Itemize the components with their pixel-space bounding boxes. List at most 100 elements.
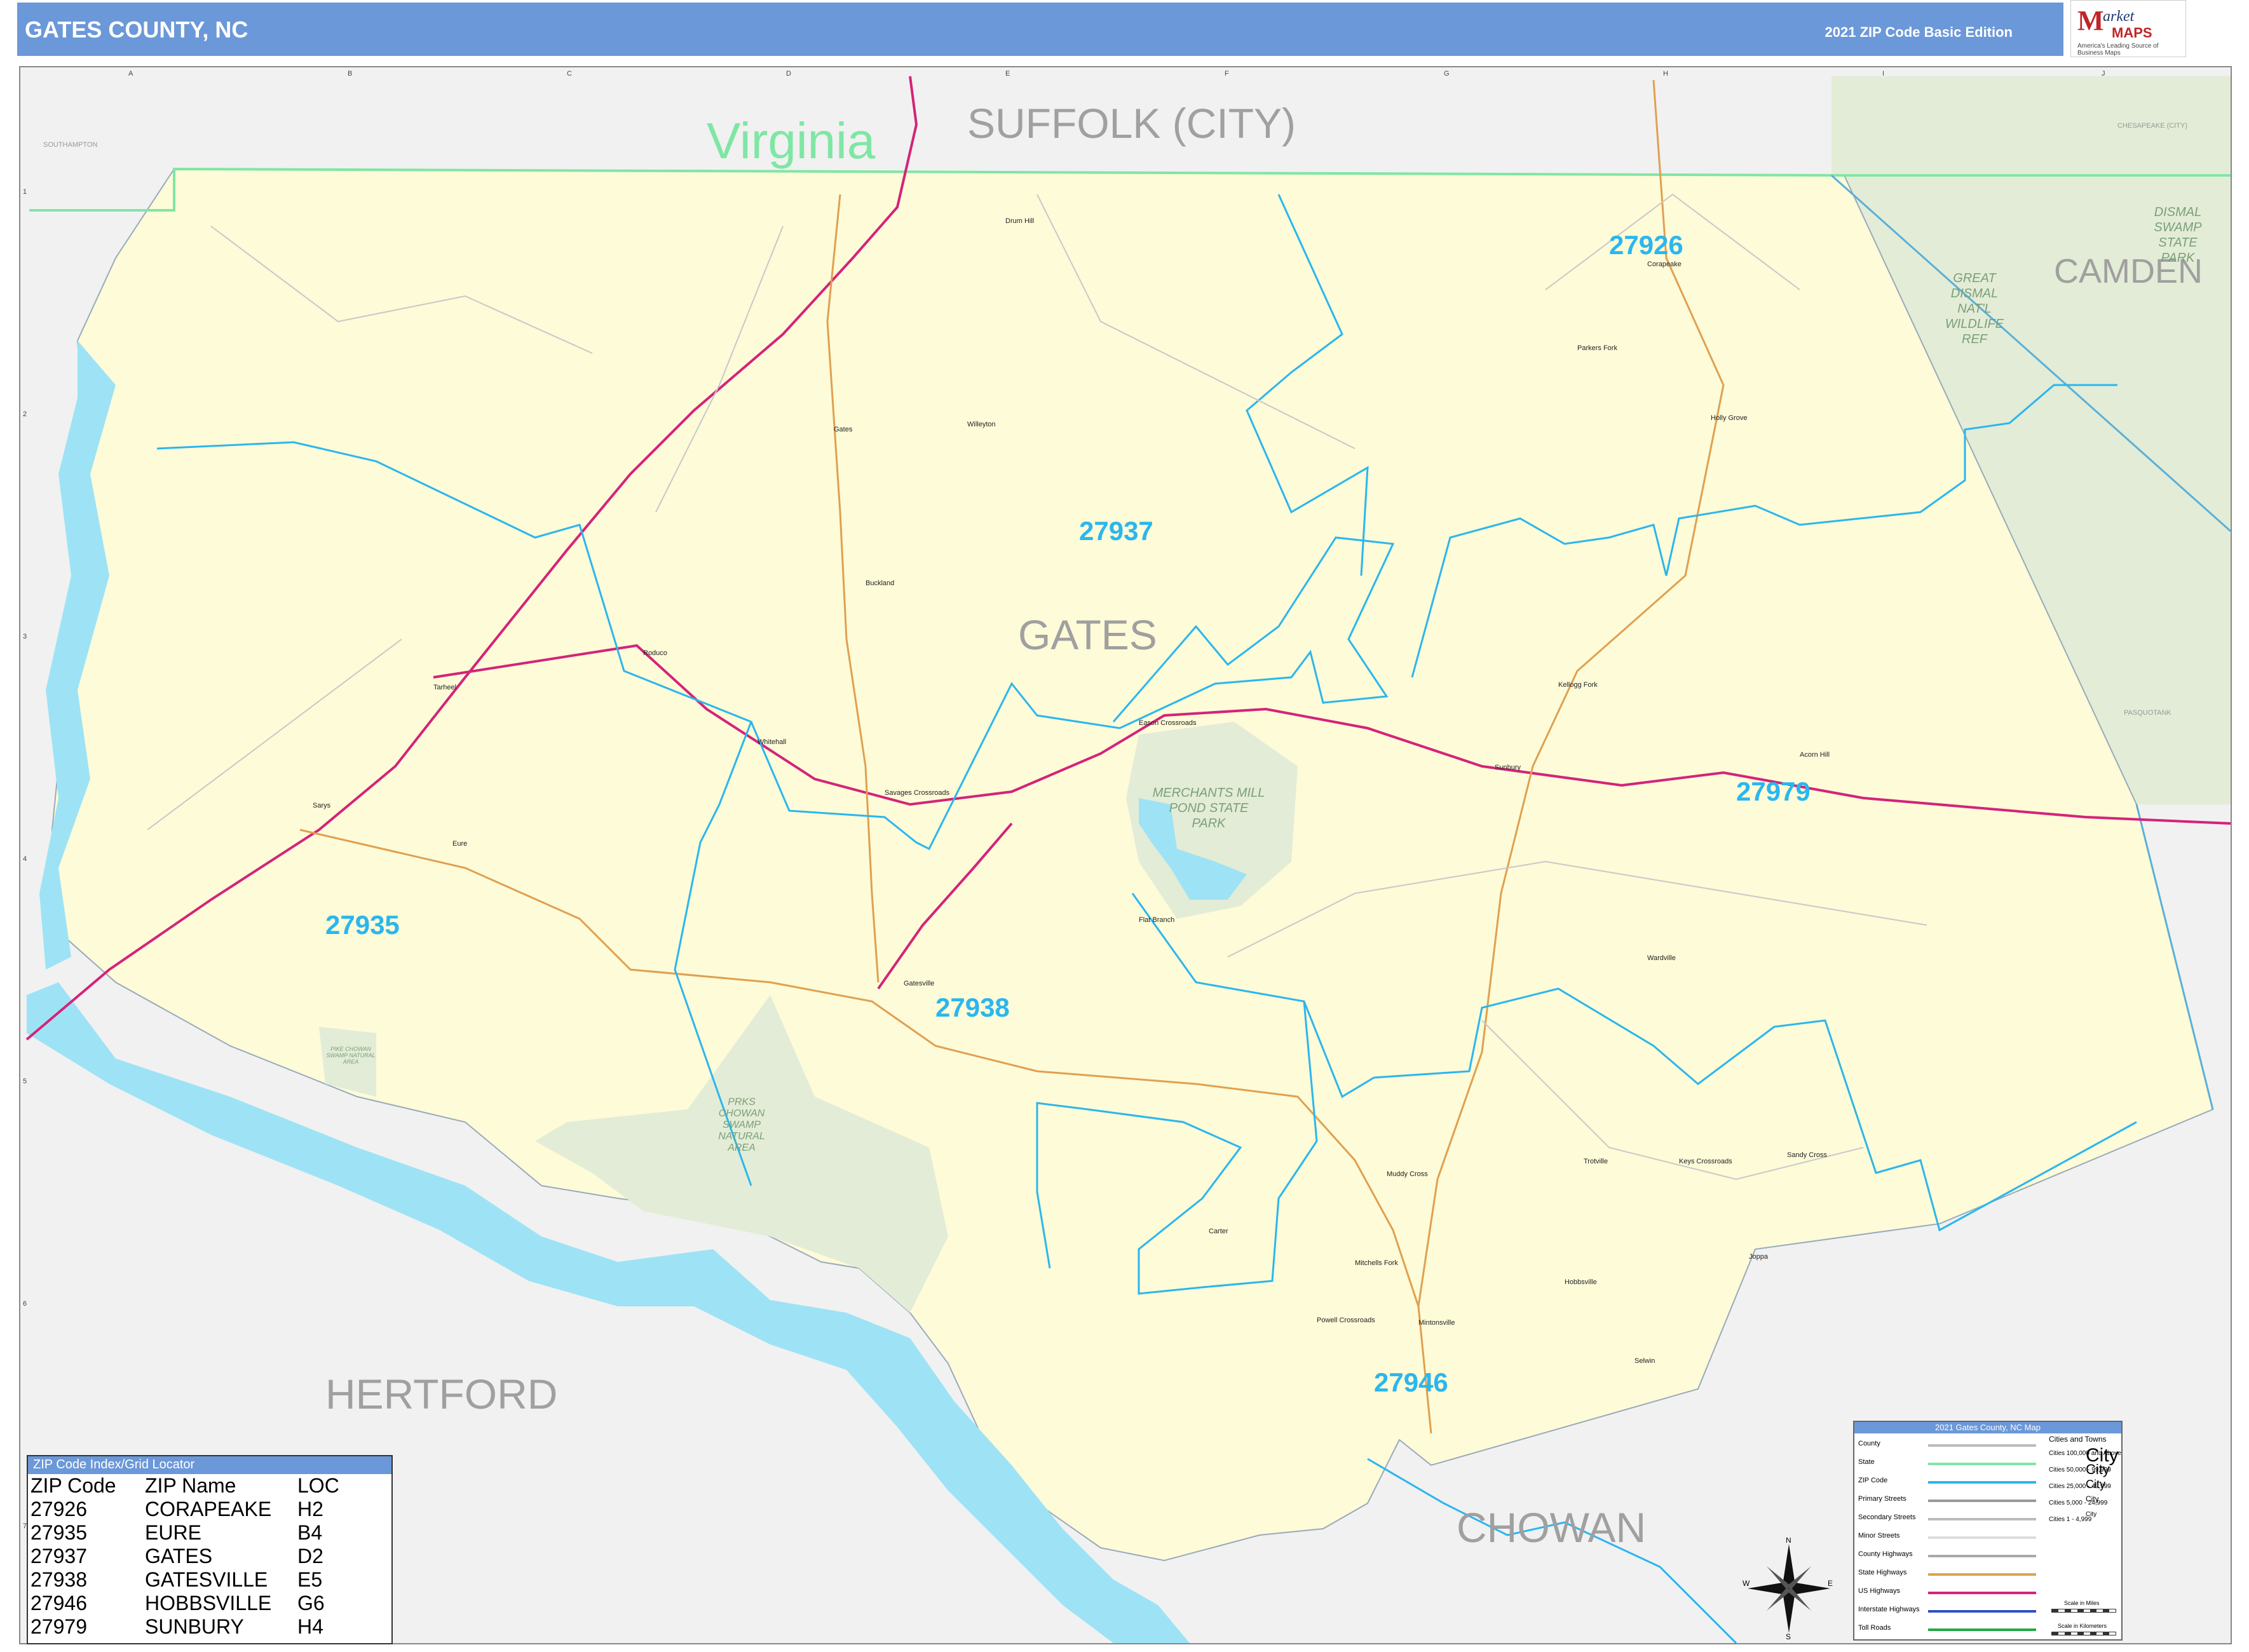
zip-code-cell: 27938 [31, 1568, 87, 1591]
grid-col-h: H [1663, 70, 1668, 78]
legend-swatch [1928, 1628, 2036, 1631]
map-title: GATES COUNTY, NC [25, 17, 248, 43]
table-row[interactable]: 27946 HOBBSVILLE G6 [31, 1592, 346, 1615]
town-muddy-cross[interactable]: Muddy Cross [1387, 1170, 1428, 1178]
table-row[interactable]: 27935 EURE B4 [31, 1521, 346, 1545]
chowan-label[interactable]: CHOWAN [1457, 1503, 1646, 1552]
legend-item-label: ZIP Code [1858, 1477, 1888, 1484]
town-carter[interactable]: Carter [1209, 1228, 1228, 1235]
compass-s: S [1786, 1632, 1791, 1639]
zip-label-27926[interactable]: 27926 [1609, 230, 1683, 261]
zip-label-27937[interactable]: 27937 [1079, 516, 1153, 546]
grid-col-g: G [1444, 70, 1450, 78]
legend-swatch [1928, 1518, 2036, 1520]
town-drum-hill[interactable]: Drum Hill [1005, 217, 1034, 225]
compass-w: W [1743, 1579, 1750, 1588]
town-eason-crossroads[interactable]: Eason Crossroads [1139, 719, 1197, 727]
grid-col-c: C [567, 70, 572, 78]
legend-item-label: County [1858, 1440, 1880, 1447]
town-selwin[interactable]: Selwin [1634, 1357, 1655, 1365]
virginia-label: Virginia [707, 112, 876, 169]
grid-row-1: 1 [23, 188, 27, 196]
zip-index-col-zip: ZIP Code [31, 1474, 116, 1497]
zip-loc-cell: H2 [297, 1498, 323, 1520]
town-hobbsville[interactable]: Hobbsville [1565, 1278, 1597, 1286]
legend-scale-km: Scale in Kilometers [2058, 1623, 2107, 1629]
zip-label-27946[interactable]: 27946 [1374, 1367, 1448, 1398]
grid-row-3: 3 [23, 633, 27, 640]
logo-m: M [2077, 5, 2104, 36]
grid-row-2: 2 [23, 410, 27, 418]
town-tarheel[interactable]: Tarheel [433, 684, 456, 691]
legend-swatch [1928, 1555, 2036, 1557]
legend-item-label: State [1858, 1458, 1875, 1466]
town-sandy-cross[interactable]: Sandy Cross [1787, 1151, 1827, 1159]
town-holly-grove[interactable]: Holly Grove [1711, 414, 1747, 422]
zip-code-cell: 27926 [31, 1498, 87, 1520]
legend-item-label: Minor Streets [1858, 1532, 1900, 1540]
town-gates[interactable]: Gates [834, 426, 852, 433]
town-parkers-fork[interactable]: Parkers Fork [1577, 344, 1617, 352]
zip-name-cell: SUNBURY [145, 1615, 244, 1638]
zip-label-27938[interactable]: 27938 [935, 992, 1010, 1023]
great-dismal-label: GREAT DISMAL NAT'L WILDLIFE REF [1945, 271, 2004, 346]
town-joppa[interactable]: Joppa [1749, 1253, 1768, 1261]
map-legend: 2021 Gates County, NC Map County State ZIP… [1853, 1421, 2123, 1641]
logo-tagline: America's Leading Source of Business Map… [2077, 43, 2159, 57]
pasquotank-label: PASQUOTANK [2124, 709, 2171, 717]
zip-code-cell: 27937 [31, 1545, 87, 1567]
town-roduco[interactable]: Roduco [643, 649, 667, 657]
table-row[interactable]: 27937 GATES D2 [31, 1545, 346, 1568]
legend-swatch [1928, 1610, 2036, 1613]
grid-col-j: J [2102, 70, 2105, 78]
town-whitehall[interactable]: Whitehall [758, 738, 786, 746]
grid-col-f: F [1225, 70, 1229, 78]
legend-swatch [1928, 1463, 2036, 1465]
town-corapeake[interactable]: Corapeake [1647, 261, 1682, 268]
southampton-label: SOUTHAMPTON [43, 141, 98, 149]
logo-maps: MAPS [2112, 25, 2152, 41]
legend-swatch [1928, 1481, 2036, 1484]
town-trotville[interactable]: Trotville [1584, 1158, 1608, 1165]
grid-col-i: I [1882, 70, 1885, 78]
town-flat-branch[interactable]: Flat Branch [1139, 916, 1174, 924]
grid-col-d: D [786, 70, 791, 78]
gates-label[interactable]: GATES [1018, 611, 1157, 659]
town-willeyton[interactable]: Willeyton [967, 421, 996, 428]
zip-code-cell: 27946 [31, 1592, 87, 1615]
table-row[interactable]: 27979 SUNBURY H4 [31, 1615, 346, 1639]
market-maps-logo[interactable]: M arket MAPS America's Leading Source of… [2070, 0, 2186, 57]
town-acorn-hill[interactable]: Acorn Hill [1800, 751, 1830, 759]
town-eure[interactable]: Eure [452, 840, 467, 848]
town-mitchells-fork[interactable]: Mitchells Fork [1355, 1259, 1398, 1267]
grid-col-a: A [128, 70, 133, 78]
town-kellogg-fork[interactable]: Kellogg Fork [1558, 681, 1598, 689]
zip-code-cell: 27979 [31, 1615, 87, 1638]
suffolk-label[interactable]: SUFFOLK (CITY) [967, 99, 1296, 147]
zip-name-cell: HOBBSVILLE [145, 1592, 272, 1615]
town-sarys[interactable]: Sarys [313, 802, 330, 809]
legend-item-label: State Highways [1858, 1569, 1907, 1576]
chowan-swamp-label: PRKS CHOWAN SWAMP NATURAL AREA [718, 1097, 765, 1153]
town-mintonsville[interactable]: Mintonsville [1418, 1319, 1455, 1327]
town-powell-crossroads[interactable]: Powell Crossroads [1317, 1317, 1375, 1324]
legend-title: 2021 Gates County, NC Map [1854, 1422, 2121, 1433]
zip-loc-cell: B4 [297, 1521, 323, 1544]
town-gatesville[interactable]: Gatesville [904, 980, 934, 987]
zip-label-27979[interactable]: 27979 [1736, 776, 1811, 807]
hertford-label[interactable]: HERTFORD [325, 1370, 557, 1418]
table-row[interactable]: 27938 GATESVILLE E5 [31, 1568, 346, 1592]
town-sunbury[interactable]: Sunbury [1495, 764, 1521, 771]
zip-index-header-row: ZIP Code ZIP Name LOC [31, 1474, 346, 1498]
table-row[interactable]: 27926 CORAPEAKE H2 [31, 1498, 346, 1521]
map-area[interactable]: A B C D E F G H I J 1 2 3 4 5 6 7 Virgin… [19, 66, 2232, 1644]
town-buckland[interactable]: Buckland [866, 579, 894, 587]
zip-label-27935[interactable]: 27935 [325, 910, 400, 940]
legend-city-sample: City [2086, 1461, 2110, 1477]
town-wardville[interactable]: Wardville [1647, 954, 1676, 962]
zip-loc-cell: E5 [297, 1568, 323, 1591]
zip-name-cell: GATESVILLE [145, 1568, 268, 1591]
town-savages-crossroads[interactable]: Savages Crossroads [885, 789, 949, 797]
town-keys-crossroads[interactable]: Keys Crossroads [1679, 1158, 1732, 1165]
grid-row-5: 5 [23, 1078, 27, 1085]
